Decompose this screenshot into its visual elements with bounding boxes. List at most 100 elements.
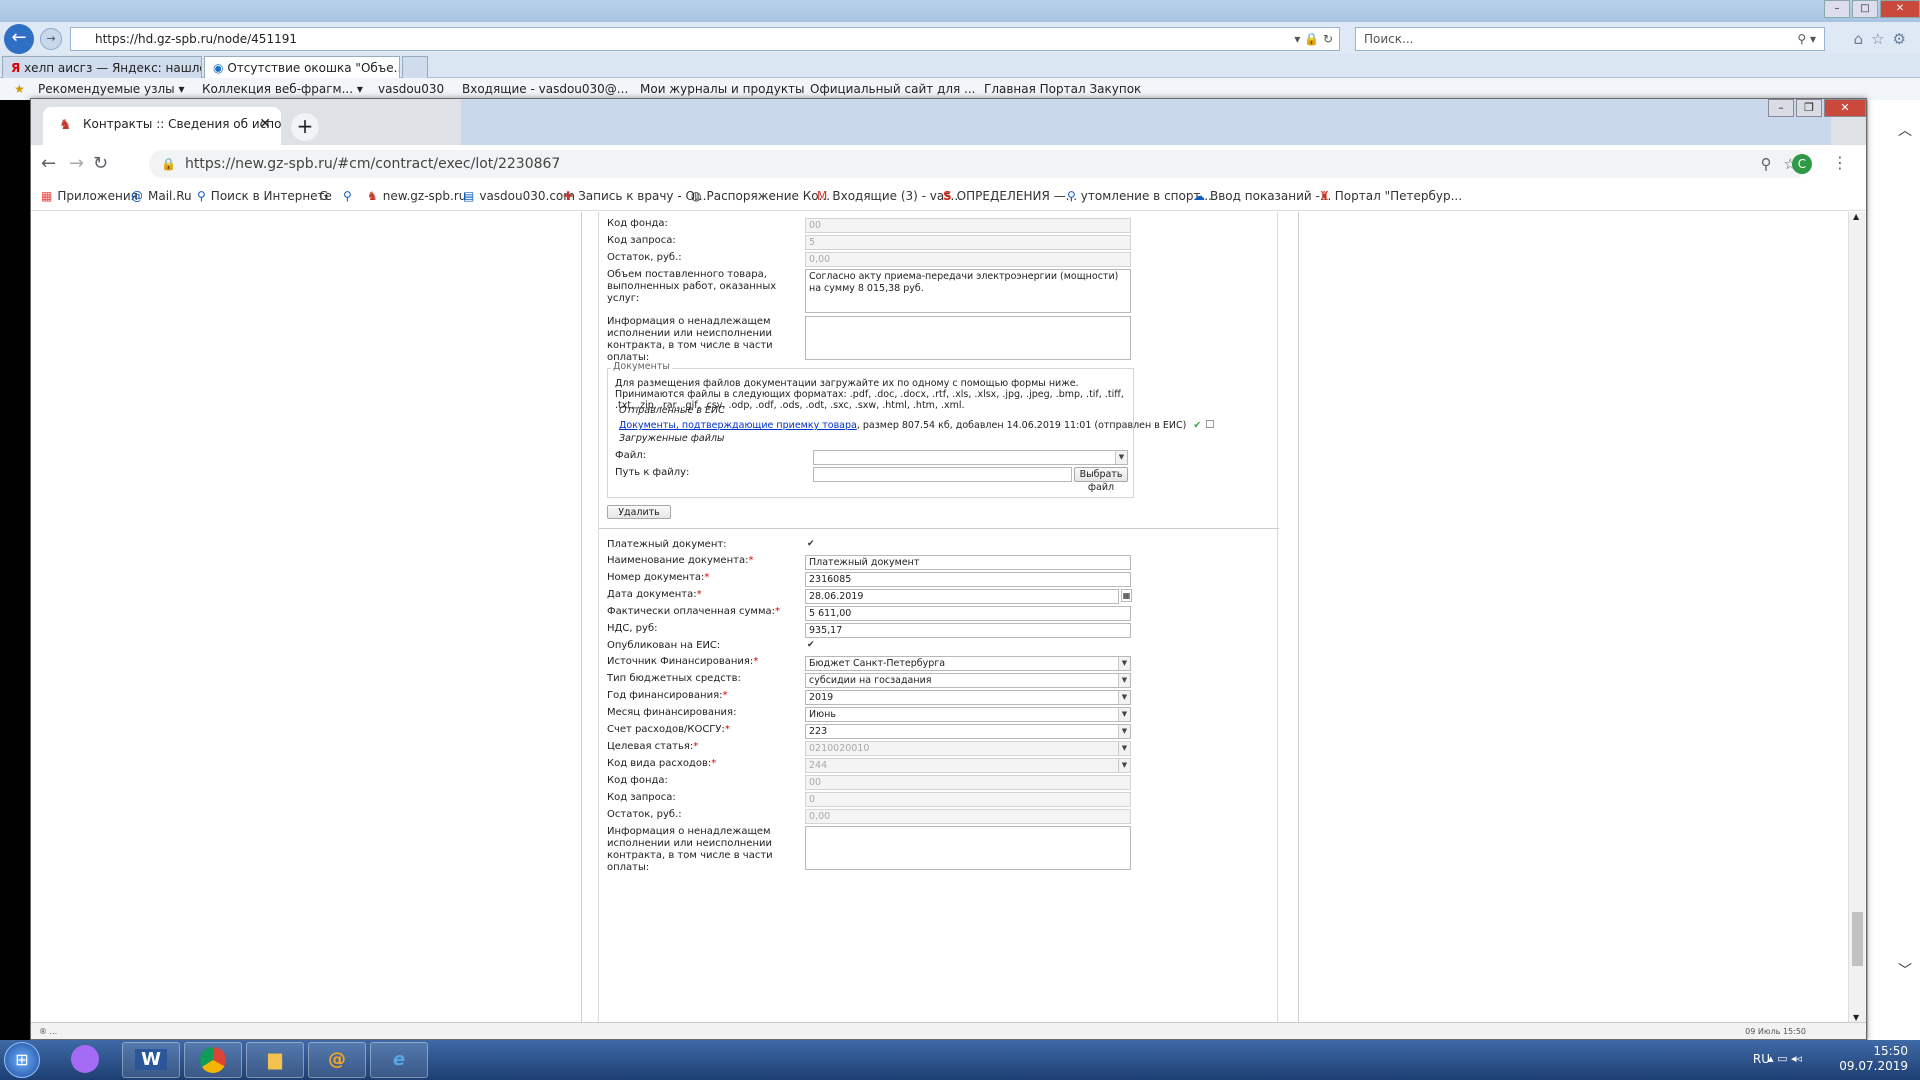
bookmark-readings[interactable]: ☁ Ввод показаний -... [1193,189,1331,203]
chevron-down-icon[interactable]: ▼ [1118,674,1130,687]
bookmark-portal[interactable]: ♜ Портал "Петербур... [1319,189,1462,203]
bookmark-fatigue[interactable]: ⚲ утомление в спорт... [1067,189,1212,203]
ie-home-fav-settings-icons[interactable]: ⌂☆⚙ [1854,30,1914,48]
request-code-field[interactable]: 5 [805,235,1131,250]
request-code-field[interactable]: 0 [805,792,1131,807]
published-checkbox[interactable]: ✔ [807,640,817,650]
month-select[interactable]: Июнь ▼ [805,707,1131,722]
tray-icons[interactable]: ▴ ▭ ◂◃ [1768,1052,1802,1065]
word-icon[interactable]: W [122,1042,180,1078]
chevron-down-icon[interactable]: ﹀ [1898,960,1912,980]
vertical-scrollbar[interactable]: ▲ ▼ [1848,212,1866,1022]
info-textarea[interactable] [805,316,1131,360]
bookmark-search-2[interactable]: ⚲ [343,189,357,203]
bookmark-order[interactable]: ◍ Распоряжение Ко... [691,189,830,203]
target-select[interactable]: 0210020010 ▼ [805,741,1131,756]
ie-tab-active[interactable]: ◉ Отсутствие окошка "Объе... ✕ [204,56,400,78]
bookmark-doctor[interactable]: ✚ Запись к врачу - О... [563,189,706,203]
file-link[interactable]: Документы, подтверждающие приемку товара [619,420,857,431]
bookmark-apps[interactable]: ▦ Приложения [41,189,138,203]
vat-input[interactable]: 935,17 [805,623,1131,638]
fund-code-field[interactable]: 00 [805,775,1131,790]
expense-code-select[interactable]: 244 ▼ [805,758,1131,773]
delete-button[interactable]: Удалить [607,505,671,519]
chevron-down-icon[interactable]: ▼ [1118,657,1130,670]
bookmark-vasdou[interactable]: ▤ vasdou030.com [463,189,575,203]
ie-address-bar[interactable]: https://hd.gz-spb.ru/node/451191 ▾ 🔒 ↻ [70,27,1340,51]
chevron-down-icon[interactable]: ▼ [1118,708,1130,721]
balance-field[interactable]: 0,00 [805,252,1131,267]
chevron-down-icon[interactable]: ▼ [1118,742,1130,755]
ie-search-input[interactable]: Поиск... ⚲ ▾ [1355,27,1825,51]
paid-sum-input[interactable]: 5 611,00 [805,606,1131,621]
doc-name-input[interactable]: Платежный документ [805,555,1131,570]
chevron-down-icon[interactable]: ▼ [1118,759,1130,772]
back-button[interactable]: ← [4,24,34,54]
bookmark-google[interactable]: G [319,189,333,203]
fav-item[interactable]: Главная Портал Закупок [984,82,1141,96]
folder-icon[interactable]: ▆ [246,1042,304,1078]
doc-number-input[interactable]: 2316085 [805,572,1131,587]
maximize-icon[interactable]: □ [1852,0,1878,18]
balance-field[interactable]: 0,00 [805,809,1131,824]
chevron-down-icon[interactable]: ▼ [1118,725,1130,738]
clock[interactable]: 15:50 09.07.2019 [1839,1044,1908,1074]
ie-tab-yandex[interactable]: Я хелп аисгз — Яндекс: нашлос... [2,56,202,78]
star-icon[interactable]: ★ [14,82,25,96]
reload-icon[interactable]: ↻ [93,153,108,174]
file-select[interactable]: ▼ [813,450,1128,465]
new-tab-button[interactable]: + [291,113,319,141]
scroll-down-icon[interactable]: ▼ [1853,1013,1859,1022]
file-checkbox[interactable] [1206,420,1215,428]
alice-icon[interactable] [54,1042,116,1078]
chrome-tab-active[interactable]: ♞ Контракты :: Сведения об испол ✕ [43,107,281,145]
start-button[interactable]: ⊞ [4,1042,40,1078]
payment-doc-checkbox[interactable]: ✔ [807,539,817,549]
chevron-down-icon[interactable]: ▼ [1115,451,1127,464]
search-icon[interactable]: ⚲ ▾ [1797,28,1816,50]
kebab-menu-icon[interactable]: ⋮ [1832,153,1848,172]
forward-button[interactable]: → [40,28,62,50]
restore-icon[interactable]: ❐ [1796,99,1822,117]
fav-item[interactable]: Мои журналы и продукты [640,82,805,96]
scrollbar-thumb[interactable] [1852,912,1863,966]
year-select[interactable]: 2019 ▼ [805,690,1131,705]
calendar-icon[interactable]: ▦ [1121,589,1132,602]
close-icon[interactable]: ✕ [259,116,271,132]
ie-new-tab-button[interactable] [402,56,428,78]
fav-item[interactable]: Официальный сайт для ... [810,82,976,96]
close-icon[interactable]: ✕ [1880,0,1920,18]
info-textarea[interactable] [805,826,1131,870]
mail-agent-icon[interactable]: @ [308,1042,366,1078]
internet-explorer-icon[interactable]: e [370,1042,428,1078]
forward-arrow-icon[interactable]: → [69,153,84,174]
minimize-icon[interactable]: – [1824,0,1850,18]
fav-item[interactable]: Рекомендуемые узлы ▾ [38,82,184,96]
account-select[interactable]: 223 ▼ [805,724,1131,739]
chrome-address-bar[interactable]: 🔒 https://new.gz-spb.ru/#cm/contract/exe… [149,150,1809,178]
close-icon[interactable]: ✕ [1824,99,1866,117]
chrome-icon[interactable] [184,1042,242,1078]
file-path-input[interactable] [813,467,1072,482]
fav-item[interactable]: vasdou030 [378,82,444,96]
doc-date-input[interactable]: 28.06.2019 [805,589,1119,604]
avatar[interactable]: С [1792,154,1812,174]
volume-textarea[interactable]: Согласно акту приема-передачи электроэне… [805,269,1131,313]
fav-item[interactable]: Коллекция веб-фрагм... ▾ [202,82,363,96]
bookmark-definitions[interactable]: S ОПРЕДЕЛЕНИЯ —... [943,189,1077,203]
bookmark-search[interactable]: ⚲ Поиск в Интернете [197,189,332,203]
source-select[interactable]: Бюджет Санкт-Петербурга ▼ [805,656,1131,671]
back-arrow-icon[interactable]: ← [41,153,56,174]
fund-code-field[interactable]: 00 [805,218,1131,233]
lock-refresh-icons[interactable]: ▾ 🔒 ↻ [1294,28,1333,50]
chevron-down-icon[interactable]: ▼ [1118,691,1130,704]
minimize-icon[interactable]: – [1768,99,1794,117]
scroll-up-icon[interactable]: ▲ [1853,212,1859,221]
bookmark-gz-spb[interactable]: ♞ new.gz-spb.ru [367,189,466,203]
browse-file-button[interactable]: Выбрать файл [1074,467,1128,493]
fav-item[interactable]: Входящие - vasdou030@... [462,82,628,96]
chevron-up-icon[interactable]: ︿ [1898,120,1912,140]
bookmark-gmail[interactable]: M Входящие (3) - vas... [817,189,962,203]
budget-type-select[interactable]: субсидии на госзадания ▼ [805,673,1131,688]
bookmark-mailru[interactable]: @ Mail.Ru [131,189,192,203]
